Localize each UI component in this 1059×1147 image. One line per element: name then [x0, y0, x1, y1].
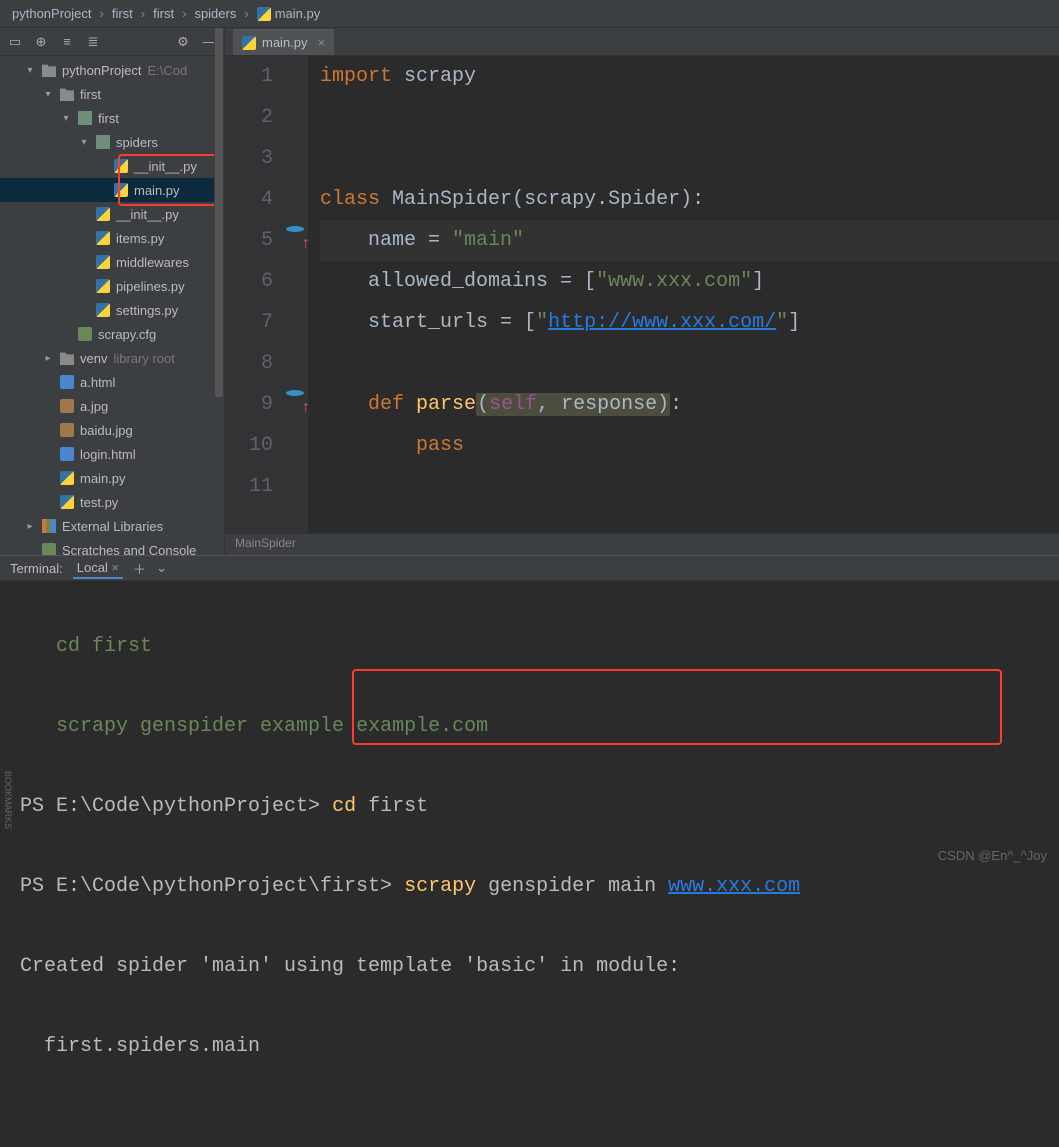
chevron-right-icon: › [141, 6, 145, 21]
close-icon[interactable]: × [318, 35, 326, 50]
tree-row[interactable]: items.py [0, 226, 224, 250]
code-editor[interactable]: 1234567891011 ↑ ↑ import scrapy class Ma… [225, 56, 1059, 533]
editor-tabbar: main.py × [225, 28, 1059, 56]
sidebar-toolbar: ▭ ⊕ ≡ ≣ ⚙ — [0, 28, 224, 56]
target-icon[interactable]: ⊕ [32, 33, 50, 51]
tree-row[interactable]: test.py [0, 490, 224, 514]
add-terminal-icon[interactable]: ＋ [133, 559, 146, 578]
tree-row[interactable]: main.py [0, 178, 224, 202]
tree-row[interactable]: pipelines.py [0, 274, 224, 298]
window-icon[interactable]: ▭ [6, 33, 24, 51]
tree-row[interactable]: ▸venv library root [0, 346, 224, 370]
override-marker[interactable]: ↑ [286, 390, 304, 408]
line-gutter: 1234567891011 [225, 56, 283, 533]
breadcrumb-item[interactable]: first [153, 6, 174, 21]
terminal-toolbar: Terminal: Local × ＋ ⌄ [0, 555, 1059, 581]
tree-row[interactable]: ▸External Libraries [0, 514, 224, 538]
tree-row[interactable]: scrapy.cfg [0, 322, 224, 346]
code-body[interactable]: import scrapy class MainSpider(scrapy.Sp… [308, 56, 1059, 533]
tree-row[interactable]: settings.py [0, 298, 224, 322]
chevron-right-icon: › [182, 6, 186, 21]
tree-row[interactable]: baidu.jpg [0, 418, 224, 442]
tree-row[interactable]: __init__.py [0, 202, 224, 226]
breadcrumb-item[interactable]: first [112, 6, 133, 21]
tree-row[interactable]: main.py [0, 466, 224, 490]
chevron-down-icon[interactable]: ⌄ [156, 560, 167, 576]
tree-row[interactable]: login.html [0, 442, 224, 466]
chevron-right-icon: › [100, 6, 104, 21]
gear-icon[interactable]: ⚙ [174, 33, 192, 51]
tree-row[interactable]: middlewares [0, 250, 224, 274]
terminal-output[interactable]: cd first scrapy genspider example exampl… [0, 581, 1059, 839]
terminal-tab[interactable]: Local × [73, 558, 123, 579]
collapse-icon[interactable]: ≡ [58, 33, 76, 51]
override-marker[interactable]: ↑ [286, 226, 304, 244]
terminal-label: Terminal: [10, 561, 63, 576]
tree-row[interactable]: Scratches and Console [0, 538, 224, 555]
url-link[interactable]: http://www.xxx.com/ [548, 311, 776, 334]
breadcrumb-item[interactable]: main.py [257, 6, 321, 21]
breadcrumb-item[interactable]: pythonProject [12, 6, 92, 21]
sidebar-scrollbar[interactable] [214, 28, 224, 555]
gutter-marks: ↑ ↑ [283, 56, 308, 533]
breadcrumb-item[interactable]: spiders [194, 6, 236, 21]
project-tree[interactable]: ▾pythonProject E:\Cod▾first▾first▾spider… [0, 56, 224, 555]
editor-tab[interactable]: main.py × [233, 29, 334, 55]
tree-row[interactable]: __init__.py [0, 154, 224, 178]
watermark: CSDN @En^_^Joy [938, 848, 1047, 863]
editor-pane: main.py × 1234567891011 ↑ ↑ import scrap… [225, 28, 1059, 555]
tree-row[interactable]: a.jpg [0, 394, 224, 418]
editor-breadcrumb[interactable]: MainSpider [225, 533, 1059, 555]
url-link[interactable]: www.xxx.com [668, 875, 800, 898]
project-sidebar: ▭ ⊕ ≡ ≣ ⚙ — ▾pythonProject E:\Cod▾first▾… [0, 28, 225, 555]
tree-row[interactable]: ▾pythonProject E:\Cod [0, 58, 224, 82]
chevron-right-icon: › [244, 6, 248, 21]
expand-icon[interactable]: ≣ [84, 33, 102, 51]
python-file-icon [242, 36, 256, 50]
python-file-icon [257, 7, 271, 21]
breadcrumbs: pythonProject › first › first › spiders › ma… [0, 0, 1059, 28]
tree-row[interactable]: ▾spiders [0, 130, 224, 154]
bookmarks-tool-tab[interactable]: BOOKMARKS [0, 765, 16, 835]
tree-row[interactable]: ▾first [0, 106, 224, 130]
tree-row[interactable]: a.html [0, 370, 224, 394]
tab-label: main.py [262, 35, 308, 50]
tree-row[interactable]: ▾first [0, 82, 224, 106]
